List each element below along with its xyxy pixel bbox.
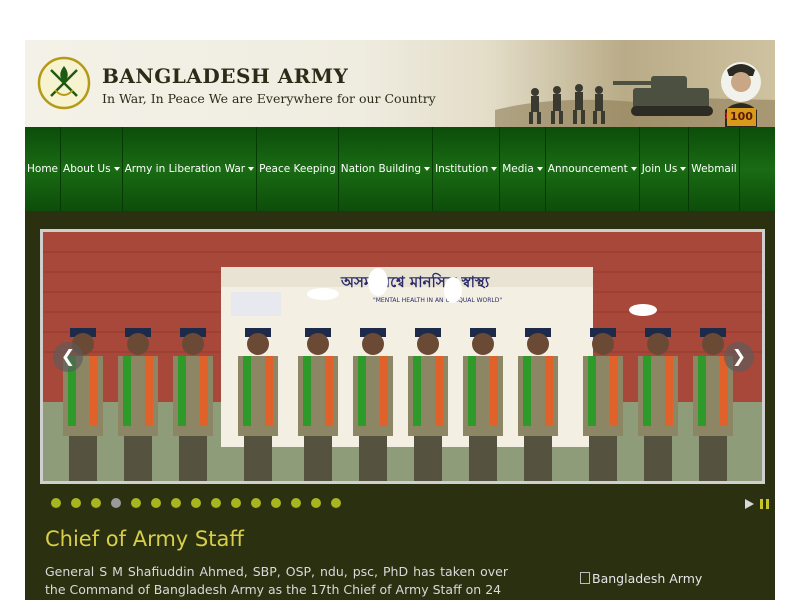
- slider-dot[interactable]: [231, 498, 241, 508]
- slider-pagination: [51, 498, 341, 508]
- main-nav: Home About Us Army in Liberation War Pea…: [25, 127, 775, 211]
- slider-dot[interactable]: [291, 498, 301, 508]
- centenary-badge: 100: [727, 108, 756, 126]
- nav-item-label: Peace Keeping: [259, 163, 336, 175]
- nav-item-label: Army in Liberation War: [124, 163, 246, 175]
- nav-item-home[interactable]: Home: [25, 127, 62, 211]
- slider-prev-button[interactable]: ❮: [53, 342, 83, 372]
- pause-icon[interactable]: [760, 499, 769, 509]
- nav-item-label: Announcement: [547, 163, 628, 175]
- nav-item-label: Join Us: [641, 163, 678, 175]
- nav-item-label: Media: [502, 163, 534, 175]
- nav-item-announcement[interactable]: Announcement: [546, 127, 640, 211]
- nav-item-nation-building[interactable]: Nation Building: [339, 127, 434, 211]
- slider-dot[interactable]: [131, 498, 141, 508]
- caret-down-icon: [248, 167, 255, 171]
- coas-image-alt: Bangladesh Army: [592, 570, 703, 586]
- image-slider: অসম বিশ্বে মানসিক স্বাস্থ্য "MENTAL HEAL…: [40, 229, 765, 484]
- nav-item-media[interactable]: Media: [500, 127, 546, 211]
- nav-item-label: Home: [27, 163, 59, 175]
- slider-dot[interactable]: [271, 498, 281, 508]
- slider-dot[interactable]: [211, 498, 221, 508]
- coas-image: Bangladesh Army: [580, 568, 720, 588]
- caret-down-icon: [491, 167, 498, 171]
- caret-down-icon: [424, 167, 431, 171]
- caret-down-icon: [680, 167, 687, 171]
- coas-heading: Chief of Army Staff: [45, 527, 244, 551]
- nav-item-join-us[interactable]: Join Us: [640, 127, 690, 211]
- slider-dot[interactable]: [111, 498, 121, 508]
- slider-dot[interactable]: [251, 498, 261, 508]
- nav-item-label: About Us: [63, 163, 111, 175]
- nav-item-webmail[interactable]: Webmail: [689, 127, 740, 211]
- nav-item-about-us[interactable]: About Us: [61, 127, 123, 211]
- nav-item-institution[interactable]: Institution: [433, 127, 501, 211]
- slider-dot[interactable]: [311, 498, 321, 508]
- slider-dot[interactable]: [91, 498, 101, 508]
- header-banner: BANGLADESH ARMY In War, In Peace We are …: [25, 40, 775, 127]
- chevron-right-icon: ❯: [731, 347, 747, 367]
- slider-next-button[interactable]: ❯: [724, 342, 754, 372]
- slide-banner-subtext: "MENTAL HEALTH IN AN UNEQUAL WORLD": [373, 297, 502, 304]
- slider-dot[interactable]: [71, 498, 81, 508]
- broken-image-icon: [580, 572, 590, 584]
- nav-item-label: Webmail: [691, 163, 737, 175]
- slider-dot[interactable]: [191, 498, 201, 508]
- site-title: BANGLADESH ARMY: [102, 64, 349, 88]
- play-icon[interactable]: [745, 499, 754, 509]
- caret-down-icon: [630, 167, 637, 171]
- site-container: BANGLADESH ARMY In War, In Peace We are …: [25, 40, 775, 600]
- nav-item-army-in-liberation-war[interactable]: Army in Liberation War: [123, 127, 258, 211]
- site-tagline: In War, In Peace We are Everywhere for o…: [102, 91, 436, 106]
- nav-item-label: Institution: [435, 163, 489, 175]
- slider-dot[interactable]: [331, 498, 341, 508]
- caret-down-icon: [536, 167, 543, 171]
- slider-dot[interactable]: [171, 498, 181, 508]
- slide-photo: অসম বিশ্বে মানসিক স্বাস্থ্য "MENTAL HEAL…: [43, 232, 762, 481]
- nav-item-label: Nation Building: [340, 163, 422, 175]
- caret-down-icon: [113, 167, 120, 171]
- chevron-left-icon: ❮: [60, 347, 76, 367]
- slider-dot[interactable]: [51, 498, 61, 508]
- nav-item-peace-keeping[interactable]: Peace Keeping: [257, 127, 339, 211]
- slide-banner-text: অসম বিশ্বে মানসিক স্বাস্থ্য: [340, 272, 490, 291]
- slider-dot[interactable]: [151, 498, 161, 508]
- coas-description: General S M Shafiuddin Ahmed, SBP, OSP, …: [45, 564, 508, 597]
- army-emblem-icon[interactable]: [37, 56, 91, 110]
